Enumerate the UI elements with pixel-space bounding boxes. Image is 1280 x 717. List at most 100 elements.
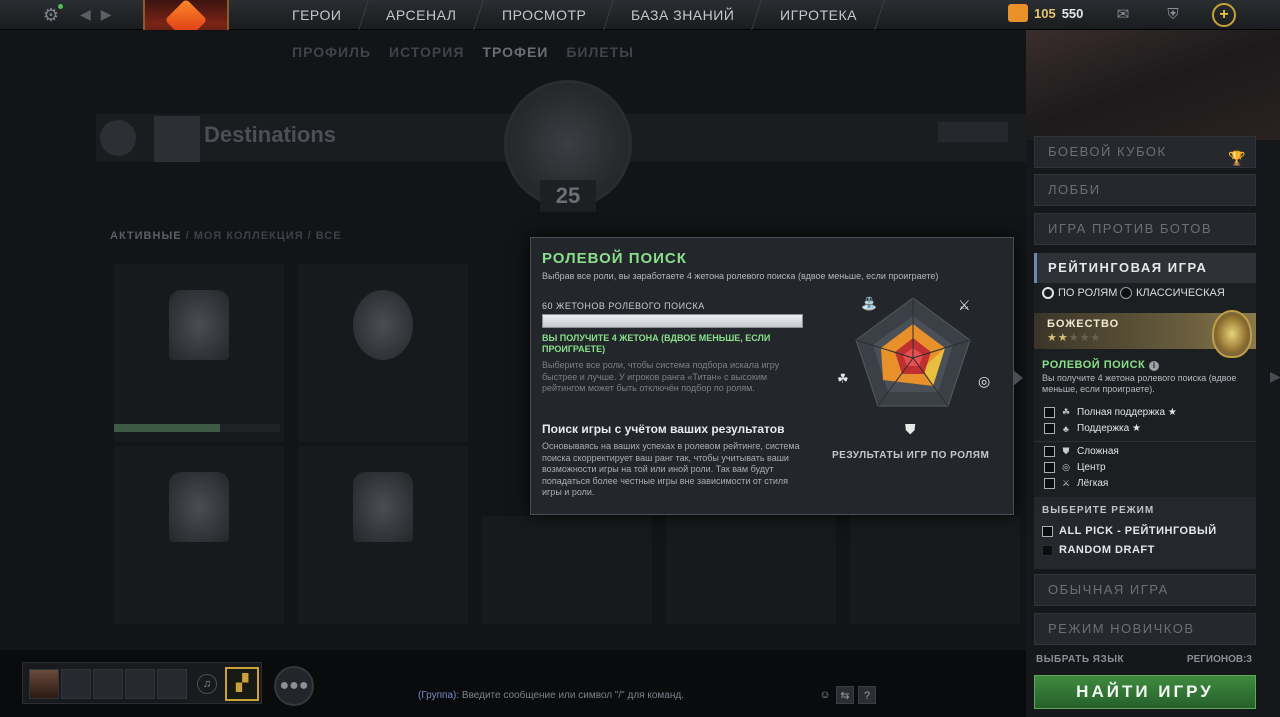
dota-plus-icon[interactable]: + [1212, 3, 1236, 27]
find-match-button[interactable]: НАЙТИ ИГРУ [1034, 675, 1256, 709]
soft-support-icon: ♣ [1063, 423, 1069, 434]
chat-input[interactable]: (Группа): Введите сообщение или символ "… [418, 690, 684, 701]
role-radar-chart: ⛲ ⚔ ◎ ⛊ ☘ [837, 296, 990, 437]
mode-new-player-button[interactable]: РЕЖИМ НОВИЧКОВ [1034, 613, 1256, 645]
checkbox[interactable] [1042, 525, 1053, 537]
nav-tab-watch[interactable]: ПРОСМОТР [474, 0, 615, 30]
trophy-progress-bar [114, 424, 280, 432]
mode-lobby-button[interactable]: ЛОББИ [1034, 174, 1256, 206]
trophy-icon [169, 472, 229, 542]
role-mid[interactable]: ◎ Центр [1044, 462, 1106, 473]
performance-text: Основываясь на ваших успехах в ролевом р… [542, 441, 800, 497]
currency-primary: 105 [1034, 5, 1056, 21]
offlane-icon: ⛊ [1062, 446, 1070, 456]
select-language-link[interactable]: ВЫБРАТЬ ЯЗЫК [1036, 654, 1124, 665]
radio-role-queue[interactable]: ПО РОЛЯМ [1042, 287, 1117, 299]
trophy-icon [353, 472, 413, 542]
nav-tab-heroes[interactable]: ГЕРОИ [265, 0, 370, 30]
mid-icon: ◎ [978, 373, 990, 389]
voice-headset-icon[interactable]: ♫ [197, 674, 217, 694]
role-soft-support[interactable]: ♣ Поддержка ★ [1044, 423, 1141, 434]
mode-all-pick-ranked[interactable]: ALL PICK - РЕЙТИНГОВЫЙ [1042, 525, 1217, 537]
party-slot-empty[interactable] [157, 669, 187, 699]
banner-button[interactable] [938, 122, 1008, 142]
top-bar: ⚙ ◀▶ ГЕРОИ АРСЕНАЛ ПРОСМОТР БАЗА ЗНАНИЙ … [0, 0, 1280, 42]
role-safe-lane[interactable]: ⚔ Лёгкая [1044, 478, 1108, 489]
shards-icon [1008, 4, 1028, 22]
offlane-icon: ⛊ [905, 421, 916, 437]
role-search-title: РОЛЕВОЙ ПОИСК i [1042, 359, 1160, 371]
trophy-card[interactable] [298, 446, 468, 624]
back-forward-arrows-icon[interactable]: ◀▶ [80, 6, 122, 23]
tokens-earn-text: ВЫ ПОЛУЧИТЕ 4 ЖЕТОНА (ВДВОЕ МЕНЬШЕ, ЕСЛИ… [542, 333, 771, 354]
battle-pass-icon[interactable]: ⛨ [1162, 5, 1184, 25]
chat-channel[interactable]: (Группа): [418, 690, 459, 701]
mail-icon[interactable]: ✉ [1112, 5, 1134, 25]
rank-name: БОЖЕСТВО [1047, 318, 1120, 330]
mode-ranked-header[interactable]: РЕЙТИНГОВАЯ ИГРА [1034, 253, 1256, 283]
mode-bots-button[interactable]: ИГРА ПРОТИВ БОТОВ [1034, 213, 1256, 245]
info-icon[interactable]: i [1149, 361, 1160, 371]
party-bar: ♫ ▞ [22, 662, 262, 704]
trophy-icon [353, 290, 413, 360]
role-hint-text: Выберите все роли, чтобы система подбора… [542, 360, 780, 393]
help-icon[interactable]: ? [858, 686, 876, 704]
trophy-card[interactable] [482, 516, 652, 624]
party-slot-empty[interactable] [93, 669, 123, 699]
nav-tab-armory[interactable]: АРСЕНАЛ [359, 0, 485, 30]
radio-selected-icon [1042, 287, 1054, 299]
party-slot-empty[interactable] [125, 669, 155, 699]
role-offlane[interactable]: ⛊ Сложная [1044, 446, 1119, 457]
mode-battle-cup-button[interactable]: БОЕВОЙ КУБОК 🏆 [1034, 136, 1256, 168]
tooltip-pointer [1013, 370, 1023, 386]
party-slot-empty[interactable] [61, 669, 91, 699]
role-hard-support[interactable]: ☘ Полная поддержка ★ [1044, 407, 1177, 418]
trophy-card[interactable] [666, 516, 836, 624]
subtab-profile[interactable]: ПРОФИЛЬ [292, 44, 371, 60]
play-panel-art [1026, 30, 1280, 140]
trophy-card[interactable] [114, 446, 284, 624]
mode-choose-title: ВЫБЕРИТЕ РЕЖИМ [1042, 505, 1155, 516]
subtab-tickets[interactable]: БИЛЕТЫ [566, 44, 634, 60]
mode-unranked-button[interactable]: ОБЫЧНАЯ ИГРА [1034, 574, 1256, 606]
radar-caption: РЕЗУЛЬТАТЫ ИГР ПО РОЛЯМ [832, 450, 990, 461]
filter-my-collection[interactable]: МОЯ КОЛЛЕКЦИЯ [194, 230, 304, 242]
checkbox[interactable] [1044, 446, 1055, 457]
group-finder-icon[interactable]: ●●● [274, 666, 314, 706]
banner-title: Destinations [204, 122, 337, 147]
trophy-icon [169, 290, 229, 360]
checkbox[interactable] [1044, 423, 1055, 434]
trophy-icon: 🏆 [1228, 150, 1247, 166]
trophy-card[interactable] [850, 516, 1020, 624]
mid-icon: ◎ [1062, 462, 1070, 472]
party-slot-me-avatar[interactable] [29, 669, 59, 699]
nav-tab-learn[interactable]: БАЗА ЗНАНИЙ [604, 0, 763, 30]
party-rank-badge-icon[interactable]: ▞ [225, 667, 259, 701]
checkbox[interactable] [1044, 478, 1055, 489]
regions-link[interactable]: РЕГИОНОВ:3 [1187, 654, 1252, 665]
currency-display[interactable]: 105 550 [1008, 4, 1083, 22]
subtab-history[interactable]: ИСТОРИЯ [389, 44, 464, 60]
chat-wheel-icon[interactable]: ⇆ [836, 686, 854, 704]
tokens-progress-bar [542, 314, 803, 328]
trophy-card[interactable] [114, 264, 284, 442]
checkbox[interactable] [1044, 407, 1055, 418]
subtab-trophies[interactable]: ТРОФЕИ [482, 44, 548, 60]
profile-subtabs: ПРОФИЛЬ ИСТОРИЯ ТРОФЕИ БИЛЕТЫ [292, 44, 634, 60]
settings-gear-icon[interactable]: ⚙ [40, 4, 63, 26]
profile-avatar [154, 116, 200, 162]
checkbox[interactable] [1042, 544, 1053, 556]
mode-random-draft[interactable]: RANDOM DRAFT [1042, 544, 1155, 556]
filter-active[interactable]: АКТИВНЫЕ [110, 230, 182, 242]
tooltip-title: РОЛЕВОЙ ПОИСК [542, 250, 687, 267]
radio-classic-queue[interactable]: КЛАССИЧЕСКАЯ [1120, 287, 1225, 299]
chat-placeholder: Введите сообщение или символ "/" для ком… [461, 690, 684, 701]
nav-tab-arcade[interactable]: ИГРОТЕКА [752, 0, 885, 30]
guild-emblem-icon [100, 120, 136, 156]
emoji-icon[interactable]: ☺ [816, 686, 834, 704]
expand-arrow-icon[interactable]: ▶ [1270, 368, 1280, 385]
trophy-card[interactable] [298, 264, 468, 442]
filter-all[interactable]: ВСЕ [316, 230, 342, 242]
checkbox[interactable] [1044, 462, 1055, 473]
tokens-progress-fill [543, 315, 802, 327]
